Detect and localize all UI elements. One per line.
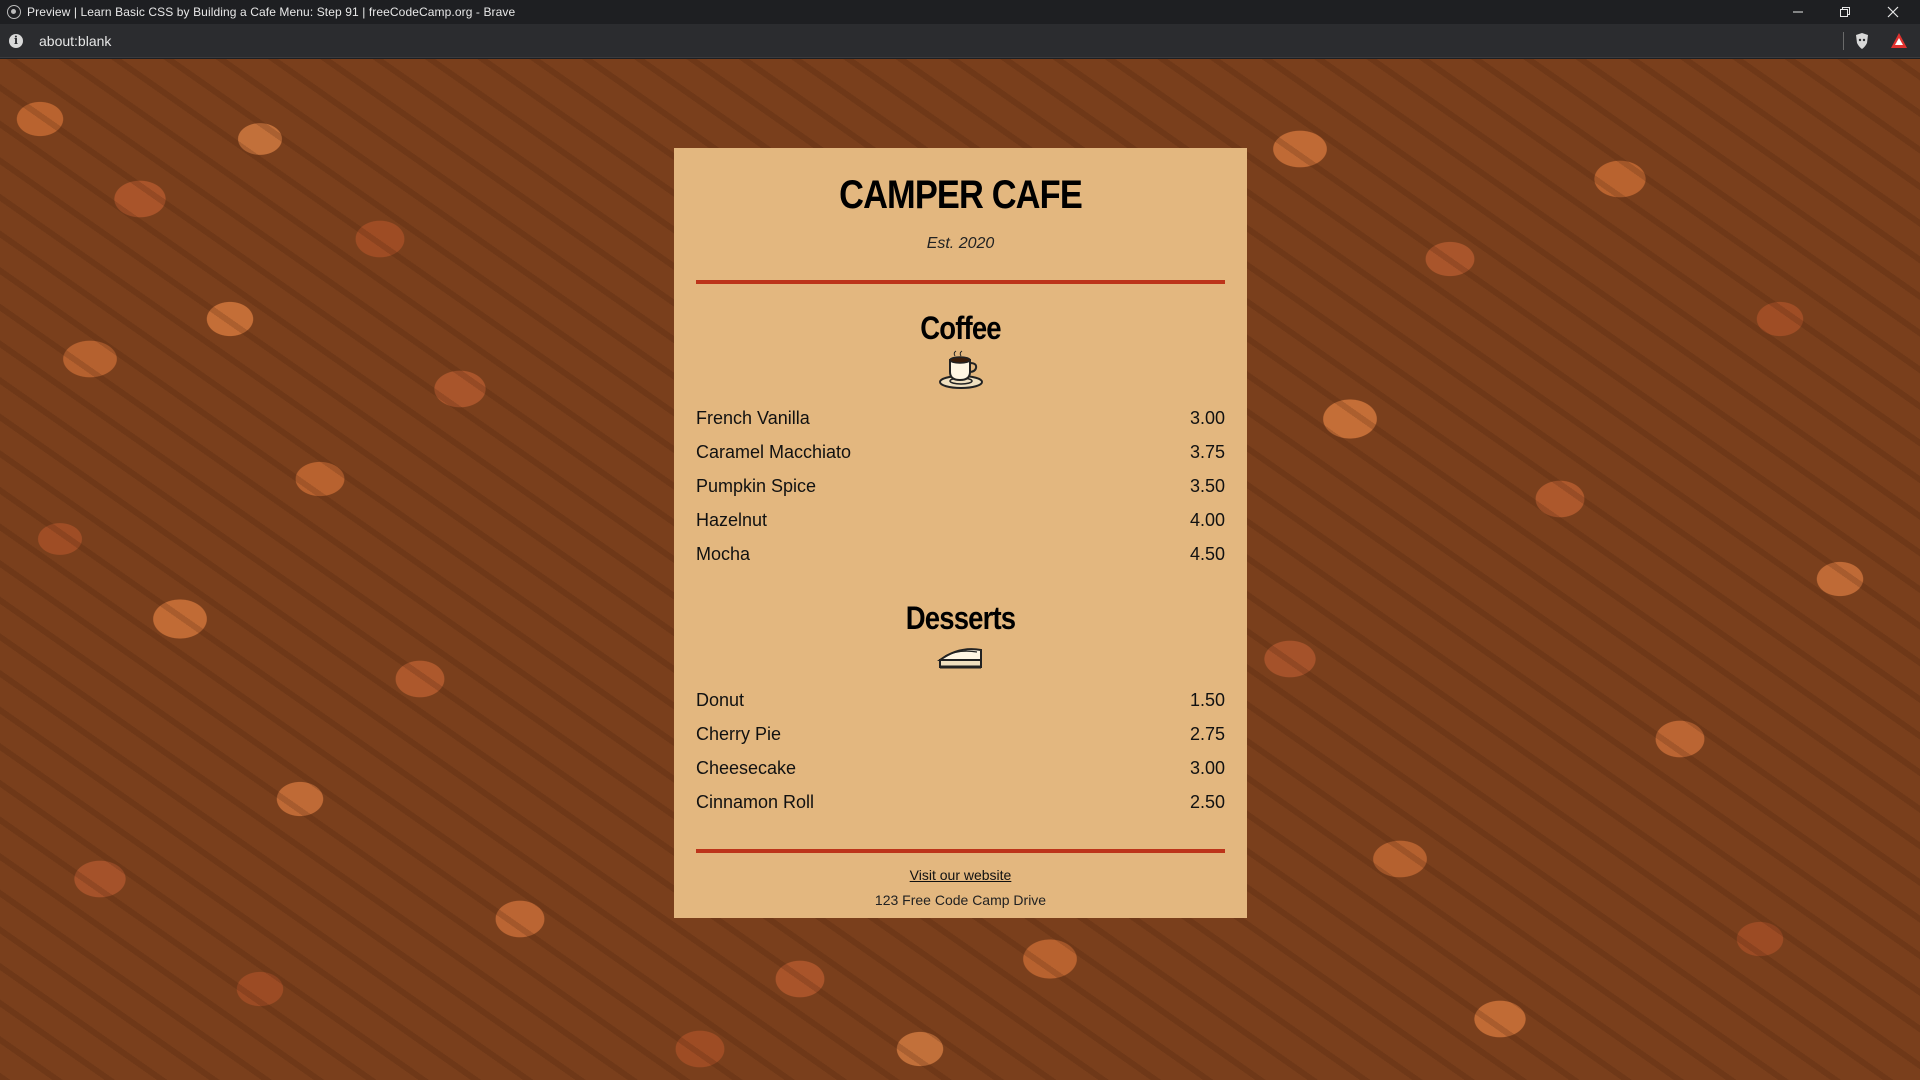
item-price: 3.50 (1189, 475, 1225, 496)
item-name: Cheesecake (696, 757, 797, 778)
close-icon[interactable] (1870, 0, 1916, 24)
list-item: Donut 1.50 (696, 683, 1225, 717)
browser-app-icon (7, 5, 21, 19)
list-item: Cherry Pie 2.75 (696, 717, 1225, 751)
top-divider (696, 280, 1225, 284)
item-price: 2.50 (1189, 791, 1225, 812)
item-price: 3.75 (1189, 441, 1225, 462)
window-title: Preview | Learn Basic CSS by Building a … (27, 5, 516, 19)
list-item: Hazelnut 4.00 (696, 503, 1225, 537)
toolbar-divider (1843, 32, 1844, 50)
maximize-icon[interactable] (1822, 0, 1868, 24)
item-name: Hazelnut (696, 509, 768, 530)
brave-shields-icon[interactable] (1853, 32, 1871, 50)
established-text: Est. 2020 (926, 235, 995, 252)
item-price: 2.75 (1189, 723, 1225, 744)
menu-card: CAMPER CAFE Est. 2020 Coffee French Vani… (674, 148, 1247, 918)
page-viewport: CAMPER CAFE Est. 2020 Coffee French Vani… (0, 59, 1920, 1080)
cafe-title: CAMPER CAFE (839, 173, 1083, 217)
item-price: 3.00 (1189, 757, 1225, 778)
address-text: 123 Free Code Camp Drive (874, 892, 1047, 909)
coffee-heading: Coffee (920, 310, 1001, 346)
item-price: 4.00 (1189, 509, 1225, 530)
item-price: 4.50 (1189, 543, 1225, 564)
window-titlebar: Preview | Learn Basic CSS by Building a … (0, 0, 1920, 24)
minimize-icon[interactable] (1775, 0, 1821, 24)
item-name: Donut (696, 689, 745, 710)
coffee-cup-icon (938, 350, 984, 395)
address-bar: i about:blank (0, 24, 1920, 58)
item-price: 1.50 (1189, 689, 1225, 710)
list-item: French Vanilla 3.00 (696, 401, 1225, 435)
list-item: Cinnamon Roll 2.50 (696, 785, 1225, 819)
desserts-list: Donut 1.50 Cherry Pie 2.75 Cheesecake 3.… (696, 683, 1225, 819)
url-field[interactable]: about:blank (39, 33, 111, 49)
list-item: Cheesecake 3.00 (696, 751, 1225, 785)
list-item: Caramel Macchiato 3.75 (696, 435, 1225, 469)
coffee-list: French Vanilla 3.00 Caramel Macchiato 3.… (696, 401, 1225, 571)
list-item: Mocha 4.50 (696, 537, 1225, 571)
item-name: Caramel Macchiato (696, 441, 852, 462)
pie-slice-icon (936, 640, 985, 677)
item-name: Cinnamon Roll (696, 791, 815, 812)
item-name: Mocha (696, 543, 751, 564)
website-link[interactable]: Visit our website (696, 867, 1225, 883)
item-name: Pumpkin Spice (696, 475, 817, 496)
bottom-divider (696, 849, 1225, 854)
info-icon[interactable]: i (9, 33, 23, 48)
item-name: Cherry Pie (696, 723, 782, 744)
desserts-heading: Desserts (905, 600, 1016, 637)
list-item: Pumpkin Spice 3.50 (696, 469, 1225, 503)
item-name: French Vanilla (696, 407, 810, 428)
brave-rewards-icon[interactable] (1890, 32, 1908, 50)
item-price: 3.00 (1189, 407, 1225, 428)
